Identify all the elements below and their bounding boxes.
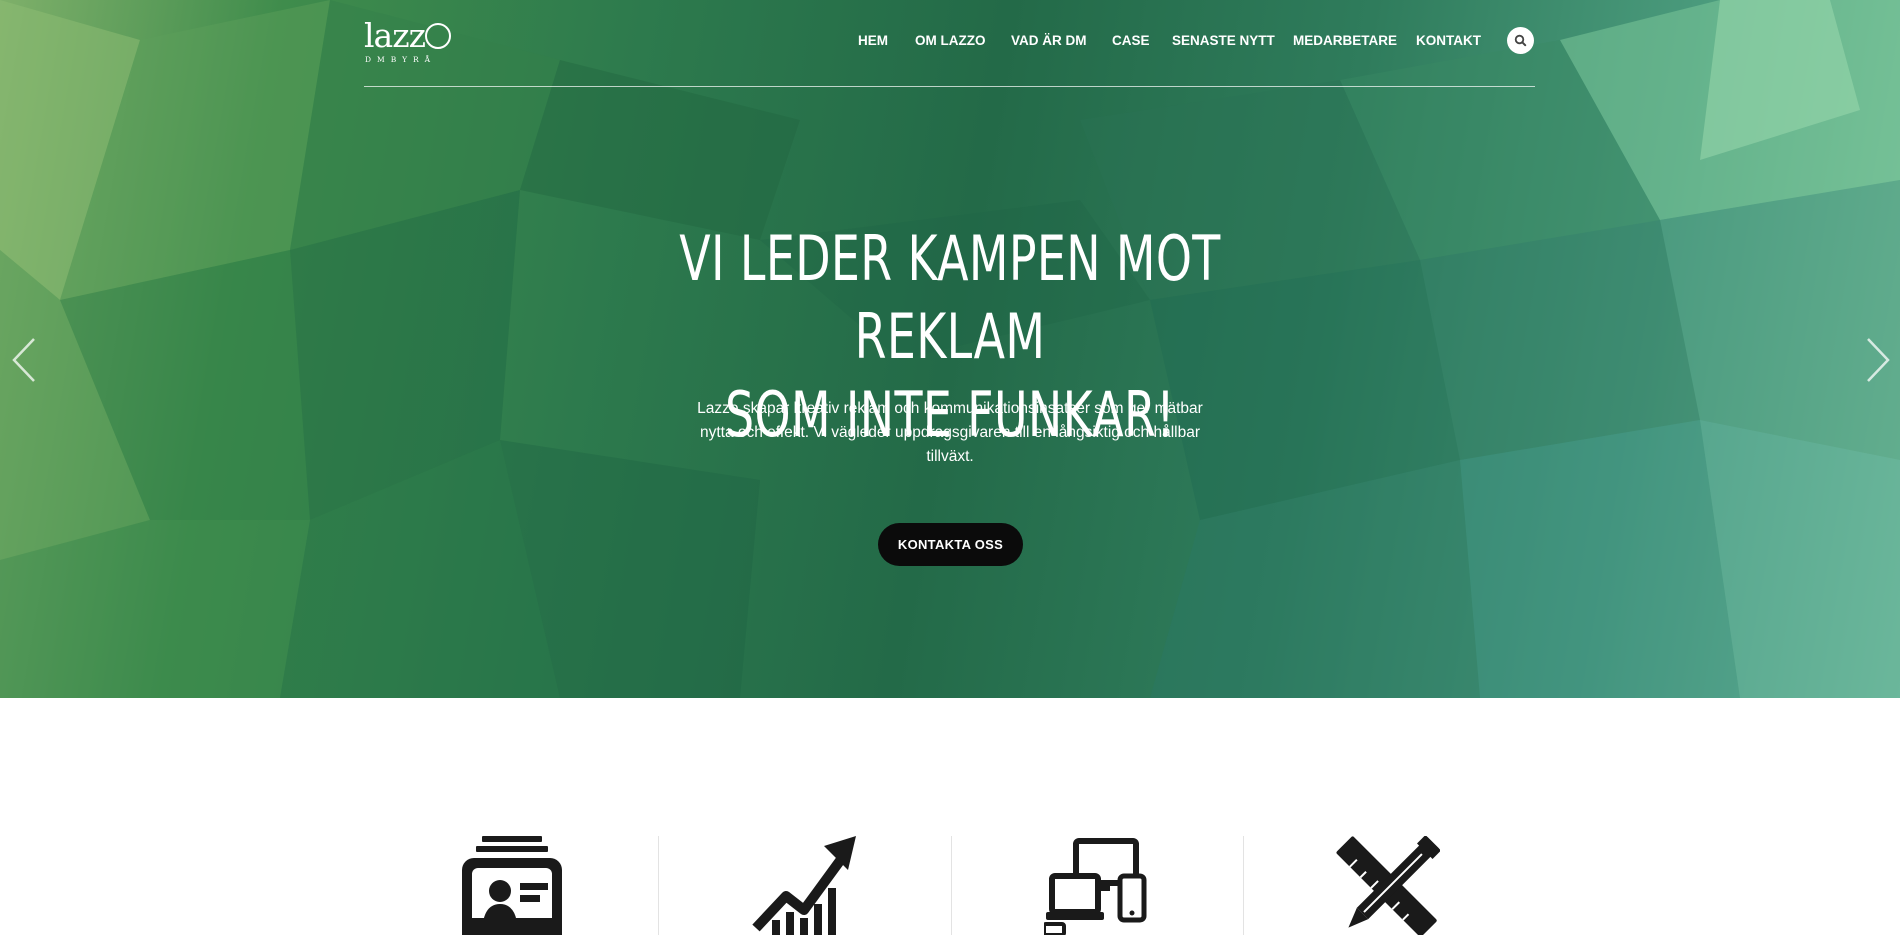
search-button[interactable] <box>1507 27 1534 54</box>
nav-item-hem[interactable]: HEM <box>858 33 888 48</box>
nav-item-kontakt[interactable]: KONTAKT <box>1416 33 1481 48</box>
growth-chart-icon <box>752 836 856 935</box>
devices-icon <box>1042 838 1147 935</box>
design-tools-icon <box>1336 834 1442 935</box>
logo-ring <box>425 23 451 49</box>
nav-item-om-lazzo[interactable]: OM LAZZO <box>915 33 986 48</box>
lazzo-logo[interactable]: lazz DMBYRÅ <box>364 19 454 68</box>
slider-next-button[interactable] <box>1864 335 1894 385</box>
nav-item-senaste-nytt[interactable]: SENASTE NYTT <box>1172 33 1275 48</box>
column-divider <box>951 836 952 935</box>
contact-us-button[interactable]: KONTAKTA OSS <box>878 523 1023 566</box>
service-design[interactable] <box>1336 834 1442 935</box>
column-divider <box>1243 836 1244 935</box>
hero-slider: lazz DMBYRÅ HEM OM LAZZO VAD ÄR DM CASE … <box>0 0 1900 698</box>
header-divider <box>364 86 1535 87</box>
hero-lead-text: Lazzo skapar kreativ reklam och kommunik… <box>697 400 1203 465</box>
chevron-left-icon <box>12 338 35 382</box>
direct-mail-icon <box>462 836 562 935</box>
service-direct-mail[interactable] <box>460 836 564 935</box>
nav-item-case[interactable]: CASE <box>1112 33 1150 48</box>
service-digital[interactable] <box>1042 836 1148 935</box>
nav-item-vad-ar-dm[interactable]: VAD ÄR DM <box>1011 33 1087 48</box>
search-icon <box>1514 34 1527 47</box>
logo-subtitle: DMBYRÅ <box>365 55 437 64</box>
column-divider <box>658 836 659 935</box>
slider-prev-button[interactable] <box>10 335 40 385</box>
service-growth[interactable] <box>752 836 856 935</box>
hero-headline-line-1: VI LEDER KAMPEN MOT REKLAM <box>679 222 1221 373</box>
nav-item-medarbetare[interactable]: MEDARBETARE <box>1293 33 1397 48</box>
services-section <box>0 698 1900 935</box>
chevron-right-icon <box>1867 338 1890 382</box>
